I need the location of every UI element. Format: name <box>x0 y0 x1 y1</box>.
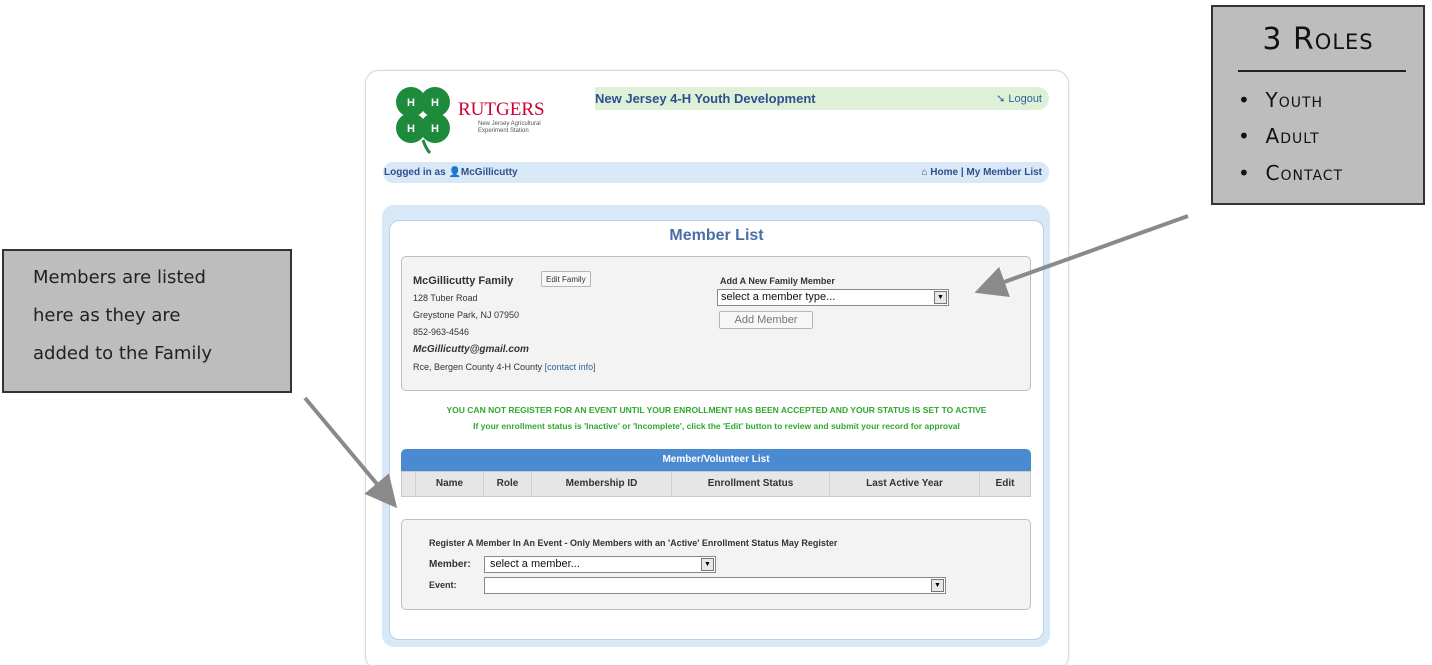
member-type-value: select a member type... <box>721 291 836 303</box>
member-select[interactable]: select a member... ▼ <box>484 556 716 573</box>
home-label: Home <box>930 167 959 178</box>
page-title: Member List <box>669 227 764 244</box>
svg-text:H: H <box>431 97 439 109</box>
family-county: Rce, Bergen County 4-H County <box>413 362 543 372</box>
site-title: New Jersey 4-H Youth Development <box>595 91 816 106</box>
member-select-value: select a member... <box>490 558 580 570</box>
role-item-youth: • Youth <box>1238 88 1323 112</box>
contact-info-link[interactable]: [contact info] <box>545 362 596 372</box>
column-header-name[interactable]: Name <box>416 472 484 496</box>
roles-callout-title: 3 Roles <box>1262 22 1374 57</box>
chevron-down-icon: ▼ <box>934 291 947 304</box>
username: McGillicutty <box>460 167 518 178</box>
column-header-membership-id[interactable]: Membership ID <box>532 472 672 496</box>
chevron-down-icon: ▼ <box>701 558 714 571</box>
family-county-line: Rce, Bergen County 4-H County [contact i… <box>413 362 596 372</box>
family-name: McGillicutty Family <box>413 275 514 287</box>
logout-label: Logout <box>1008 93 1042 105</box>
column-header-edit[interactable]: Edit <box>980 472 1030 496</box>
rutgers-4h-logo: H H H H RUTGERS New Jersey Agricultural … <box>396 87 545 155</box>
edit-family-button[interactable]: Edit Family <box>541 271 591 287</box>
role-label: Adult <box>1265 124 1320 148</box>
event-label: Event: <box>429 580 457 590</box>
column-header-role[interactable]: Role <box>484 472 532 496</box>
logged-in-status: Logged in as 👤McGillicutty <box>384 167 518 178</box>
register-heading: Register A Member In An Event - Only Mem… <box>429 538 838 548</box>
home-icon: ⌂ <box>921 167 928 178</box>
roles-callout-divider <box>1238 70 1406 72</box>
member-type-select[interactable]: select a member type... ▼ <box>717 289 949 306</box>
column-header-enrollment-status[interactable]: Enrollment Status <box>672 472 830 496</box>
chevron-down-icon: ▼ <box>931 579 944 592</box>
home-link[interactable]: ⌂ Home <box>921 167 958 178</box>
svg-text:H: H <box>407 97 415 109</box>
notice-line-1: YOU CAN NOT REGISTER FOR AN EVENT UNTIL … <box>446 405 987 415</box>
org-name: RUTGERS <box>458 99 545 120</box>
role-label: Contact <box>1265 161 1344 185</box>
svg-text:H: H <box>407 123 415 135</box>
member-table-title: Member/Volunteer List <box>401 449 1031 471</box>
role-label: Youth <box>1265 88 1324 112</box>
family-address2: Greystone Park, NJ 07950 <box>413 310 520 320</box>
notice-line-2: If your enrollment status is 'Inactive' … <box>473 421 960 431</box>
org-sub1: New Jersey Agricultural <box>478 121 541 127</box>
my-member-list-link[interactable]: My Member List <box>966 167 1042 178</box>
column-header-last-active-year[interactable]: Last Active Year <box>830 472 980 496</box>
role-item-contact: • Contact <box>1238 161 1343 185</box>
family-phone: 852-963-4546 <box>413 327 470 337</box>
bullet-icon: • <box>1238 88 1266 112</box>
role-item-adult: • Adult <box>1238 124 1320 148</box>
bullet-icon: • <box>1238 161 1266 185</box>
bullet-icon: • <box>1238 124 1266 148</box>
members-note-line-1: Members are listed <box>33 267 206 288</box>
logged-in-prefix: Logged in as <box>384 167 446 178</box>
logout-link[interactable]: ➘ Logout <box>996 92 1042 105</box>
clover-icon: H H H H <box>396 87 450 155</box>
table-col-spacer <box>402 472 416 496</box>
event-select[interactable]: ▼ <box>484 577 946 594</box>
add-member-heading: Add A New Family Member <box>720 276 835 286</box>
family-email: McGillicutty@gmail.com <box>413 344 529 355</box>
add-member-button[interactable]: Add Member <box>719 311 813 329</box>
org-sub2: Experiment Station <box>478 128 529 134</box>
members-note-line-2: here as they are <box>33 305 181 326</box>
nav-separator: | <box>960 167 964 178</box>
nav-links: ⌂ Home | My Member List <box>921 167 1042 178</box>
user-icon: 👤 <box>448 167 461 178</box>
logout-icon: ➘ <box>996 93 1009 105</box>
member-label: Member: <box>429 559 471 570</box>
members-note-line-3: added to the Family <box>33 343 213 364</box>
member-table-header-row: Name Role Membership ID Enrollment Statu… <box>401 471 1031 497</box>
family-address1: 128 Tuber Road <box>413 293 478 303</box>
svg-text:H: H <box>431 123 439 135</box>
